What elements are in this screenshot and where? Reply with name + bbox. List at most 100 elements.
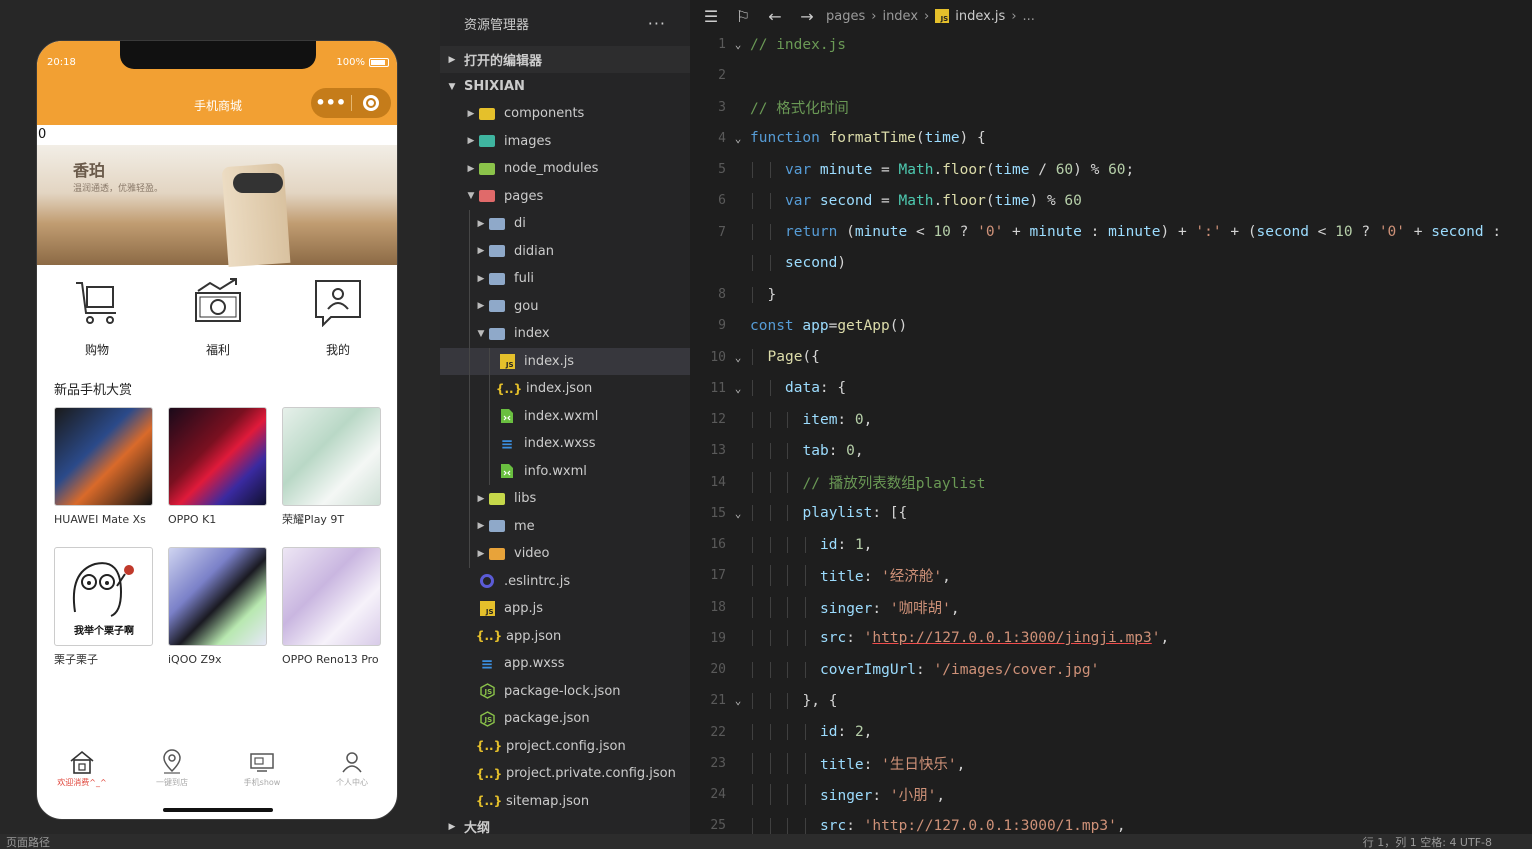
product-card[interactable]: OPPO K1	[168, 407, 267, 527]
code-line[interactable]: 24 singer: '小朋',	[690, 779, 1532, 810]
product-card[interactable]: OPPO Reno13 Pro	[282, 547, 381, 667]
code-token: :	[872, 788, 890, 805]
tree-item[interactable]: ≡ app.wxss	[440, 650, 690, 678]
banner-swiper[interactable]: 香珀 温润通透，优雅轻盈。	[37, 145, 397, 268]
tree-item[interactable]: ▶ fuli	[440, 265, 690, 293]
tree-item[interactable]: .eslintrc.js	[440, 568, 690, 596]
tree-item[interactable]: index.wxml	[440, 402, 690, 430]
fold-chevron-icon[interactable]: ⌄	[726, 132, 750, 145]
code-line[interactable]: 4 ⌄ function formatTime(time) {	[690, 123, 1532, 154]
code-token: minute	[819, 161, 873, 178]
code-line[interactable]: 11 ⌄ data: {	[690, 373, 1532, 404]
tree-item[interactable]: ▶ components	[440, 100, 690, 128]
code-line[interactable]: 13 tab: 0,	[690, 435, 1532, 466]
project-section[interactable]: ▼ SHIXIAN	[440, 73, 690, 100]
breadcrumb-index[interactable]: index	[882, 9, 918, 24]
code-line[interactable]: 21 ⌄}, {	[690, 685, 1532, 716]
tree-item[interactable]: ▶ gou	[440, 292, 690, 320]
tree-item[interactable]: ▶ me	[440, 512, 690, 540]
js-file-icon: JS	[498, 353, 516, 369]
breadcrumb-file[interactable]: index.js	[955, 9, 1005, 24]
code-line[interactable]: 1 ⌄// index.js	[690, 29, 1532, 60]
shortcut-mine[interactable]: 我的	[303, 275, 373, 358]
tree-item[interactable]: ▶ di	[440, 210, 690, 238]
open-editors-section[interactable]: ▶ 打开的编辑器	[440, 46, 690, 73]
code-line[interactable]: 3 // 格式化时间	[690, 92, 1532, 123]
code-line[interactable]: 17 title: '经济舱',	[690, 560, 1532, 591]
tree-item[interactable]: ▶ libs	[440, 485, 690, 513]
cursor-position[interactable]: 行 1，列 1 空格: 4 UTF-8	[1363, 834, 1492, 849]
product-card[interactable]: HUAWEI Mate Xs	[54, 407, 153, 527]
product-card[interactable]: iQOO Z9x	[168, 547, 267, 667]
fold-chevron-icon[interactable]: ⌄	[726, 382, 750, 395]
tree-item[interactable]: JS package-lock.json	[440, 678, 690, 706]
code-line[interactable]: 9 const app=getApp()	[690, 310, 1532, 341]
code-line[interactable]: 14 // 播放列表数组playlist	[690, 467, 1532, 498]
tree-item[interactable]: ▶ didian	[440, 237, 690, 265]
bookmark-icon[interactable]: ⚐	[730, 7, 756, 26]
code-line[interactable]: 7 return (minute < 10 ? '0' + minute : mi…	[690, 217, 1532, 248]
tree-item[interactable]: {..} index.json	[440, 375, 690, 403]
shortcut-welfare[interactable]: 福利	[183, 275, 253, 358]
explorer-more-button[interactable]: ···	[648, 14, 666, 33]
code-line[interactable]: 23 title: '生日快乐',	[690, 748, 1532, 779]
tree-item[interactable]: {..} project.private.config.json	[440, 760, 690, 788]
tab-show[interactable]: 手机show	[217, 747, 307, 788]
code-line[interactable]: 20 coverImgUrl: '/images/cover.jpg'	[690, 654, 1532, 685]
code-line[interactable]: 5 var minute = Math.floor(time / 60) % 60…	[690, 154, 1532, 185]
list-icon[interactable]: ☰	[698, 7, 724, 26]
tree-item[interactable]: JS app.js	[440, 595, 690, 623]
tree-item[interactable]: ≡ index.wxss	[440, 430, 690, 458]
tree-item[interactable]: {..} app.json	[440, 623, 690, 651]
fold-chevron-icon[interactable]: ⌄	[726, 38, 750, 51]
breadcrumb-pages[interactable]: pages	[826, 9, 865, 24]
tree-item[interactable]: ▶ images	[440, 128, 690, 156]
tab-store[interactable]: 一键到店	[127, 747, 217, 788]
indent-guide	[469, 320, 470, 348]
shortcut-shopping[interactable]: 购物	[62, 275, 132, 358]
fold-chevron-icon[interactable]: ⌄	[726, 694, 750, 707]
breadcrumb-more[interactable]: ...	[1023, 9, 1035, 24]
tree-item[interactable]: {..} sitemap.json	[440, 788, 690, 816]
close-miniprogram-button[interactable]	[351, 95, 391, 111]
line-number: 15	[710, 505, 726, 521]
code-line[interactable]: 2	[690, 60, 1532, 91]
shortcut-label: 购物	[84, 343, 109, 357]
tree-item[interactable]: JS package.json	[440, 705, 690, 733]
tree-item[interactable]: {..} project.config.json	[440, 733, 690, 761]
code-line[interactable]: 10 ⌄ Page({	[690, 342, 1532, 373]
code-line[interactable]: 15 ⌄ playlist: [{	[690, 498, 1532, 529]
code-line[interactable]: 8}	[690, 279, 1532, 310]
code-area[interactable]: 1 ⌄// index.js 2 3// 格式化时间 4 ⌄ function format…	[690, 29, 1532, 842]
code-token: minute	[1108, 224, 1161, 241]
code-line[interactable]: 16 id: 1,	[690, 529, 1532, 560]
tree-item[interactable]: ▼ pages	[440, 183, 690, 211]
product-card[interactable]: 我举个栗子啊 栗子栗子	[54, 547, 153, 667]
line-number: 6	[718, 193, 726, 209]
tree-item[interactable]: ▼ index	[440, 320, 690, 348]
forward-arrow-icon[interactable]: →	[794, 7, 820, 26]
code-line[interactable]: 18 singer: '咖啡胡',	[690, 592, 1532, 623]
tree-item[interactable]: JS index.js	[440, 347, 690, 375]
tab-welcome[interactable]: 欢迎消费^_^	[37, 747, 127, 788]
tab-profile[interactable]: 个人中心	[307, 747, 397, 788]
product-card[interactable]: 荣耀Play 9T	[282, 407, 381, 527]
code-line[interactable]: 19 src: 'http://127.0.0.1:3000/jingji.mp3…	[690, 623, 1532, 654]
product-name: 荣耀Play 9T	[282, 513, 345, 526]
code-line[interactable]: 22 id: 2,	[690, 717, 1532, 748]
code-token: // 播放列表数组playlist	[802, 475, 986, 492]
folder-shape	[479, 107, 495, 120]
back-arrow-icon[interactable]: ←	[762, 7, 788, 26]
fold-chevron-icon[interactable]: ⌄	[726, 351, 750, 364]
tree-item[interactable]: ▶ video	[440, 540, 690, 568]
banner-title: 香珀	[73, 161, 106, 180]
code-line[interactable]: second)	[690, 248, 1532, 279]
tree-item[interactable]: info.wxml	[440, 457, 690, 485]
product-image: 我举个栗子啊	[54, 547, 153, 646]
tree-item[interactable]: ▶ node_modules	[440, 155, 690, 183]
fold-chevron-icon[interactable]: ⌄	[726, 507, 750, 520]
more-menu-button[interactable]: •••	[311, 95, 351, 111]
code-line[interactable]: 6 var second = Math.floor(time) % 60	[690, 185, 1532, 216]
code-line[interactable]: 12 item: 0,	[690, 404, 1532, 435]
page-path-label[interactable]: 页面路径	[6, 834, 50, 849]
